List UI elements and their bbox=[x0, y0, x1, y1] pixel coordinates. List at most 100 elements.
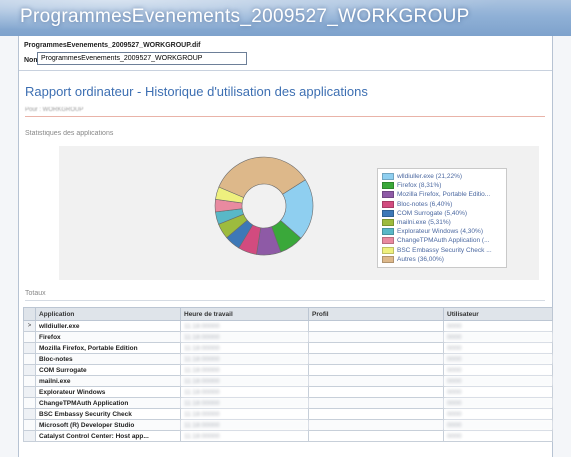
table-header-selector bbox=[23, 307, 36, 321]
legend-item: ChangeTPMAuth Application (... bbox=[382, 237, 490, 245]
table-row[interactable]: Mozilla Firefox, Portable Edition 11:18:0… bbox=[23, 342, 553, 354]
cell-profile bbox=[308, 375, 444, 387]
legend-label: Explorateur Windows (4,30%) bbox=[397, 228, 483, 236]
table-row[interactable]: Bloc-notes 11:18:00000 0000 bbox=[23, 353, 553, 365]
column-header-time[interactable]: Heure de travail bbox=[180, 307, 309, 321]
title-bar: ProgrammesEvenements_2009527_WORKGROUP bbox=[0, 0, 571, 36]
cell-time: 11:18:00000 bbox=[180, 419, 309, 431]
cell-time: 11:18:00000 bbox=[180, 408, 309, 420]
legend-label: Autres (36,00%) bbox=[397, 256, 444, 264]
cell-time: 11:18:00000 bbox=[180, 364, 309, 376]
report-subtitle: Pour : WORKGROUP bbox=[25, 107, 84, 113]
legend-label: Firefox (8,31%) bbox=[397, 182, 442, 190]
table-row[interactable]: Firefox 11:18:00000 0000 bbox=[23, 331, 553, 343]
cell-time: 11:18:00000 bbox=[180, 430, 309, 442]
legend-swatch bbox=[382, 191, 394, 199]
cell-profile bbox=[308, 342, 444, 354]
report-title: Rapport ordinateur - Historique d'utilis… bbox=[25, 84, 368, 99]
cell-application: Bloc-notes bbox=[35, 353, 181, 365]
row-selector bbox=[23, 375, 36, 387]
table-row[interactable]: Catalyst Control Center: Host app... 11:1… bbox=[23, 430, 553, 442]
cell-profile bbox=[308, 397, 444, 409]
legend-swatch bbox=[382, 255, 394, 263]
legend-label: BSC Embassy Security Check ... bbox=[397, 246, 492, 254]
cell-user: 0000 bbox=[443, 342, 553, 354]
row-selector bbox=[23, 386, 36, 398]
cell-time: 11:18:00000 bbox=[180, 353, 309, 365]
table-row[interactable]: BSC Embassy Security Check 11:18:00000 000… bbox=[23, 408, 553, 420]
legend-swatch bbox=[382, 237, 394, 245]
cell-profile bbox=[308, 353, 444, 365]
cell-user: 0000 bbox=[443, 430, 553, 442]
cell-application: Firefox bbox=[35, 331, 181, 343]
legend-label: COM Surrogate (5,40%) bbox=[397, 210, 468, 218]
usage-table: Application Heure de travail Profil Util… bbox=[23, 307, 553, 442]
cell-profile bbox=[308, 430, 444, 442]
window-title: ProgrammesEvenements_2009527_WORKGROUP bbox=[20, 6, 470, 27]
cell-profile bbox=[308, 408, 444, 420]
legend-label: ChangeTPMAuth Application (... bbox=[397, 237, 490, 245]
cell-time: 11:18:00000 bbox=[180, 397, 309, 409]
legend-item: mailni.exe (5,31%) bbox=[382, 219, 451, 227]
column-header-application[interactable]: Application bbox=[35, 307, 181, 321]
cell-application: Microsoft (R) Developer Studio bbox=[35, 419, 181, 431]
legend-item: BSC Embassy Security Check ... bbox=[382, 246, 492, 255]
section-heading-totals: Totaux bbox=[25, 290, 46, 297]
table-row[interactable]: mailni.exe 11:18:00000 0000 bbox=[23, 375, 553, 387]
cell-application: ChangeTPMAuth Application bbox=[35, 397, 181, 409]
table-row[interactable]: Explorateur Windows 11:18:00000 0000 bbox=[23, 386, 553, 398]
cell-application: wlldiuller.exe bbox=[35, 320, 181, 332]
cell-time: 11:18:00000 bbox=[180, 320, 309, 332]
row-selector: > bbox=[23, 320, 36, 332]
legend-label: Mozilla Firefox, Portable Editio... bbox=[397, 191, 491, 199]
cell-user: 0000 bbox=[443, 386, 553, 398]
legend-item: Bloc-notes (6,40%) bbox=[382, 200, 453, 209]
table-header-row: Application Heure de travail Profil Util… bbox=[23, 307, 553, 321]
cell-profile bbox=[308, 419, 444, 431]
cell-time: 11:18:00000 bbox=[180, 375, 309, 387]
row-selector bbox=[23, 342, 36, 354]
cell-user: 0000 bbox=[443, 331, 553, 343]
table-row[interactable]: ChangeTPMAuth Application 11:18:00000 0000 bbox=[23, 397, 553, 409]
cell-application: mailni.exe bbox=[35, 375, 181, 387]
chart-legend: wlldiuller.exe (21,22%) Firefox (8,31%) Mo… bbox=[377, 168, 507, 268]
cell-application: BSC Embassy Security Check bbox=[35, 408, 181, 420]
column-header-user[interactable]: Utilisateur bbox=[443, 307, 553, 321]
legend-swatch bbox=[382, 209, 394, 217]
report-window: ProgrammesEvenements_2009527_WORKGROUP.d… bbox=[18, 36, 553, 457]
cell-user: 0000 bbox=[443, 375, 553, 387]
cell-user: 0000 bbox=[443, 320, 553, 332]
table-row[interactable]: > wlldiuller.exe 11:18:00000 0000 bbox=[23, 320, 553, 332]
legend-swatch bbox=[382, 182, 394, 190]
legend-item: COM Surrogate (5,40%) bbox=[382, 209, 468, 218]
row-selector bbox=[23, 419, 36, 431]
row-selector bbox=[23, 430, 36, 442]
divider bbox=[25, 116, 545, 117]
row-selector bbox=[23, 364, 36, 376]
cell-time: 11:18:00000 bbox=[180, 342, 309, 354]
legend-label: Bloc-notes (6,40%) bbox=[397, 200, 453, 208]
cell-application: Catalyst Control Center: Host app... bbox=[35, 430, 181, 442]
legend-label: wlldiuller.exe (21,22%) bbox=[397, 173, 463, 181]
legend-swatch bbox=[382, 200, 394, 208]
table-row[interactable]: Microsoft (R) Developer Studio 11:18:0000… bbox=[23, 419, 553, 431]
column-header-profile[interactable]: Profil bbox=[308, 307, 444, 321]
file-path: ProgrammesEvenements_2009527_WORKGROUP.d… bbox=[24, 42, 201, 49]
row-selector bbox=[23, 331, 36, 343]
legend-item: wlldiuller.exe (21,22%) bbox=[382, 173, 462, 181]
cell-user: 0000 bbox=[443, 419, 553, 431]
legend-item: Firefox (8,31%) bbox=[382, 182, 441, 190]
legend-label: mailni.exe (5,31%) bbox=[397, 219, 451, 227]
cell-user: 0000 bbox=[443, 364, 553, 376]
cell-profile bbox=[308, 320, 444, 332]
table-row[interactable]: COM Surrogate 11:18:00000 0000 bbox=[23, 364, 553, 376]
cell-profile bbox=[308, 386, 444, 398]
cell-application: COM Surrogate bbox=[35, 364, 181, 376]
divider bbox=[19, 70, 552, 71]
cell-application: Mozilla Firefox, Portable Edition bbox=[35, 342, 181, 354]
cell-user: 0000 bbox=[443, 353, 553, 365]
legend-swatch bbox=[382, 173, 394, 180]
cell-application: Explorateur Windows bbox=[35, 386, 181, 398]
nom-input[interactable] bbox=[37, 52, 247, 65]
cell-user: 0000 bbox=[443, 408, 553, 420]
